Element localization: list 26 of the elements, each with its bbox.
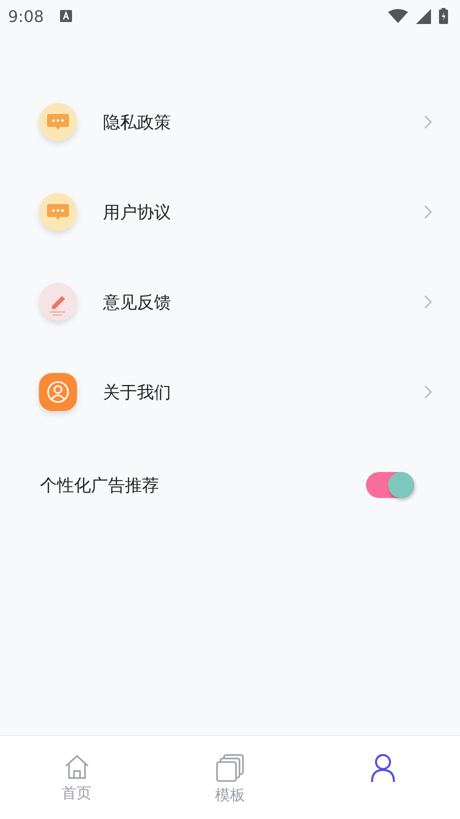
home-icon xyxy=(62,753,91,781)
keyboard-notification-icon xyxy=(60,10,72,22)
chat-bubble-icon xyxy=(38,102,78,142)
pencil-icon xyxy=(38,282,78,322)
stacked-pages-icon xyxy=(214,753,245,783)
menu-label: 关于我们 xyxy=(103,382,172,404)
menu-label: 用户协议 xyxy=(103,202,172,224)
menu-item[interactable]: 隐私政策 xyxy=(0,102,460,142)
menu-label: 意见反馈 xyxy=(103,292,172,314)
chevron-right-icon xyxy=(424,115,432,129)
menu-label: 隐私政策 xyxy=(103,112,172,134)
signal-icon xyxy=(416,8,431,24)
menu-item[interactable]: 关于我们 xyxy=(0,372,460,412)
wifi-icon xyxy=(388,9,408,23)
battery-icon xyxy=(439,8,448,24)
person-icon xyxy=(369,753,398,783)
menu-item[interactable]: 意见反馈 xyxy=(0,282,460,322)
chevron-right-icon xyxy=(424,295,432,309)
user-icon xyxy=(38,372,78,412)
status-time: 9:08 xyxy=(8,6,44,26)
chat-bubble-icon xyxy=(38,192,78,232)
chevron-right-icon xyxy=(424,205,432,219)
menu-item[interactable]: 用户协议 xyxy=(0,192,460,232)
toggle-switch[interactable] xyxy=(366,472,414,498)
setting-label: 个性化广告推荐 xyxy=(40,474,159,496)
chevron-right-icon xyxy=(424,385,432,399)
